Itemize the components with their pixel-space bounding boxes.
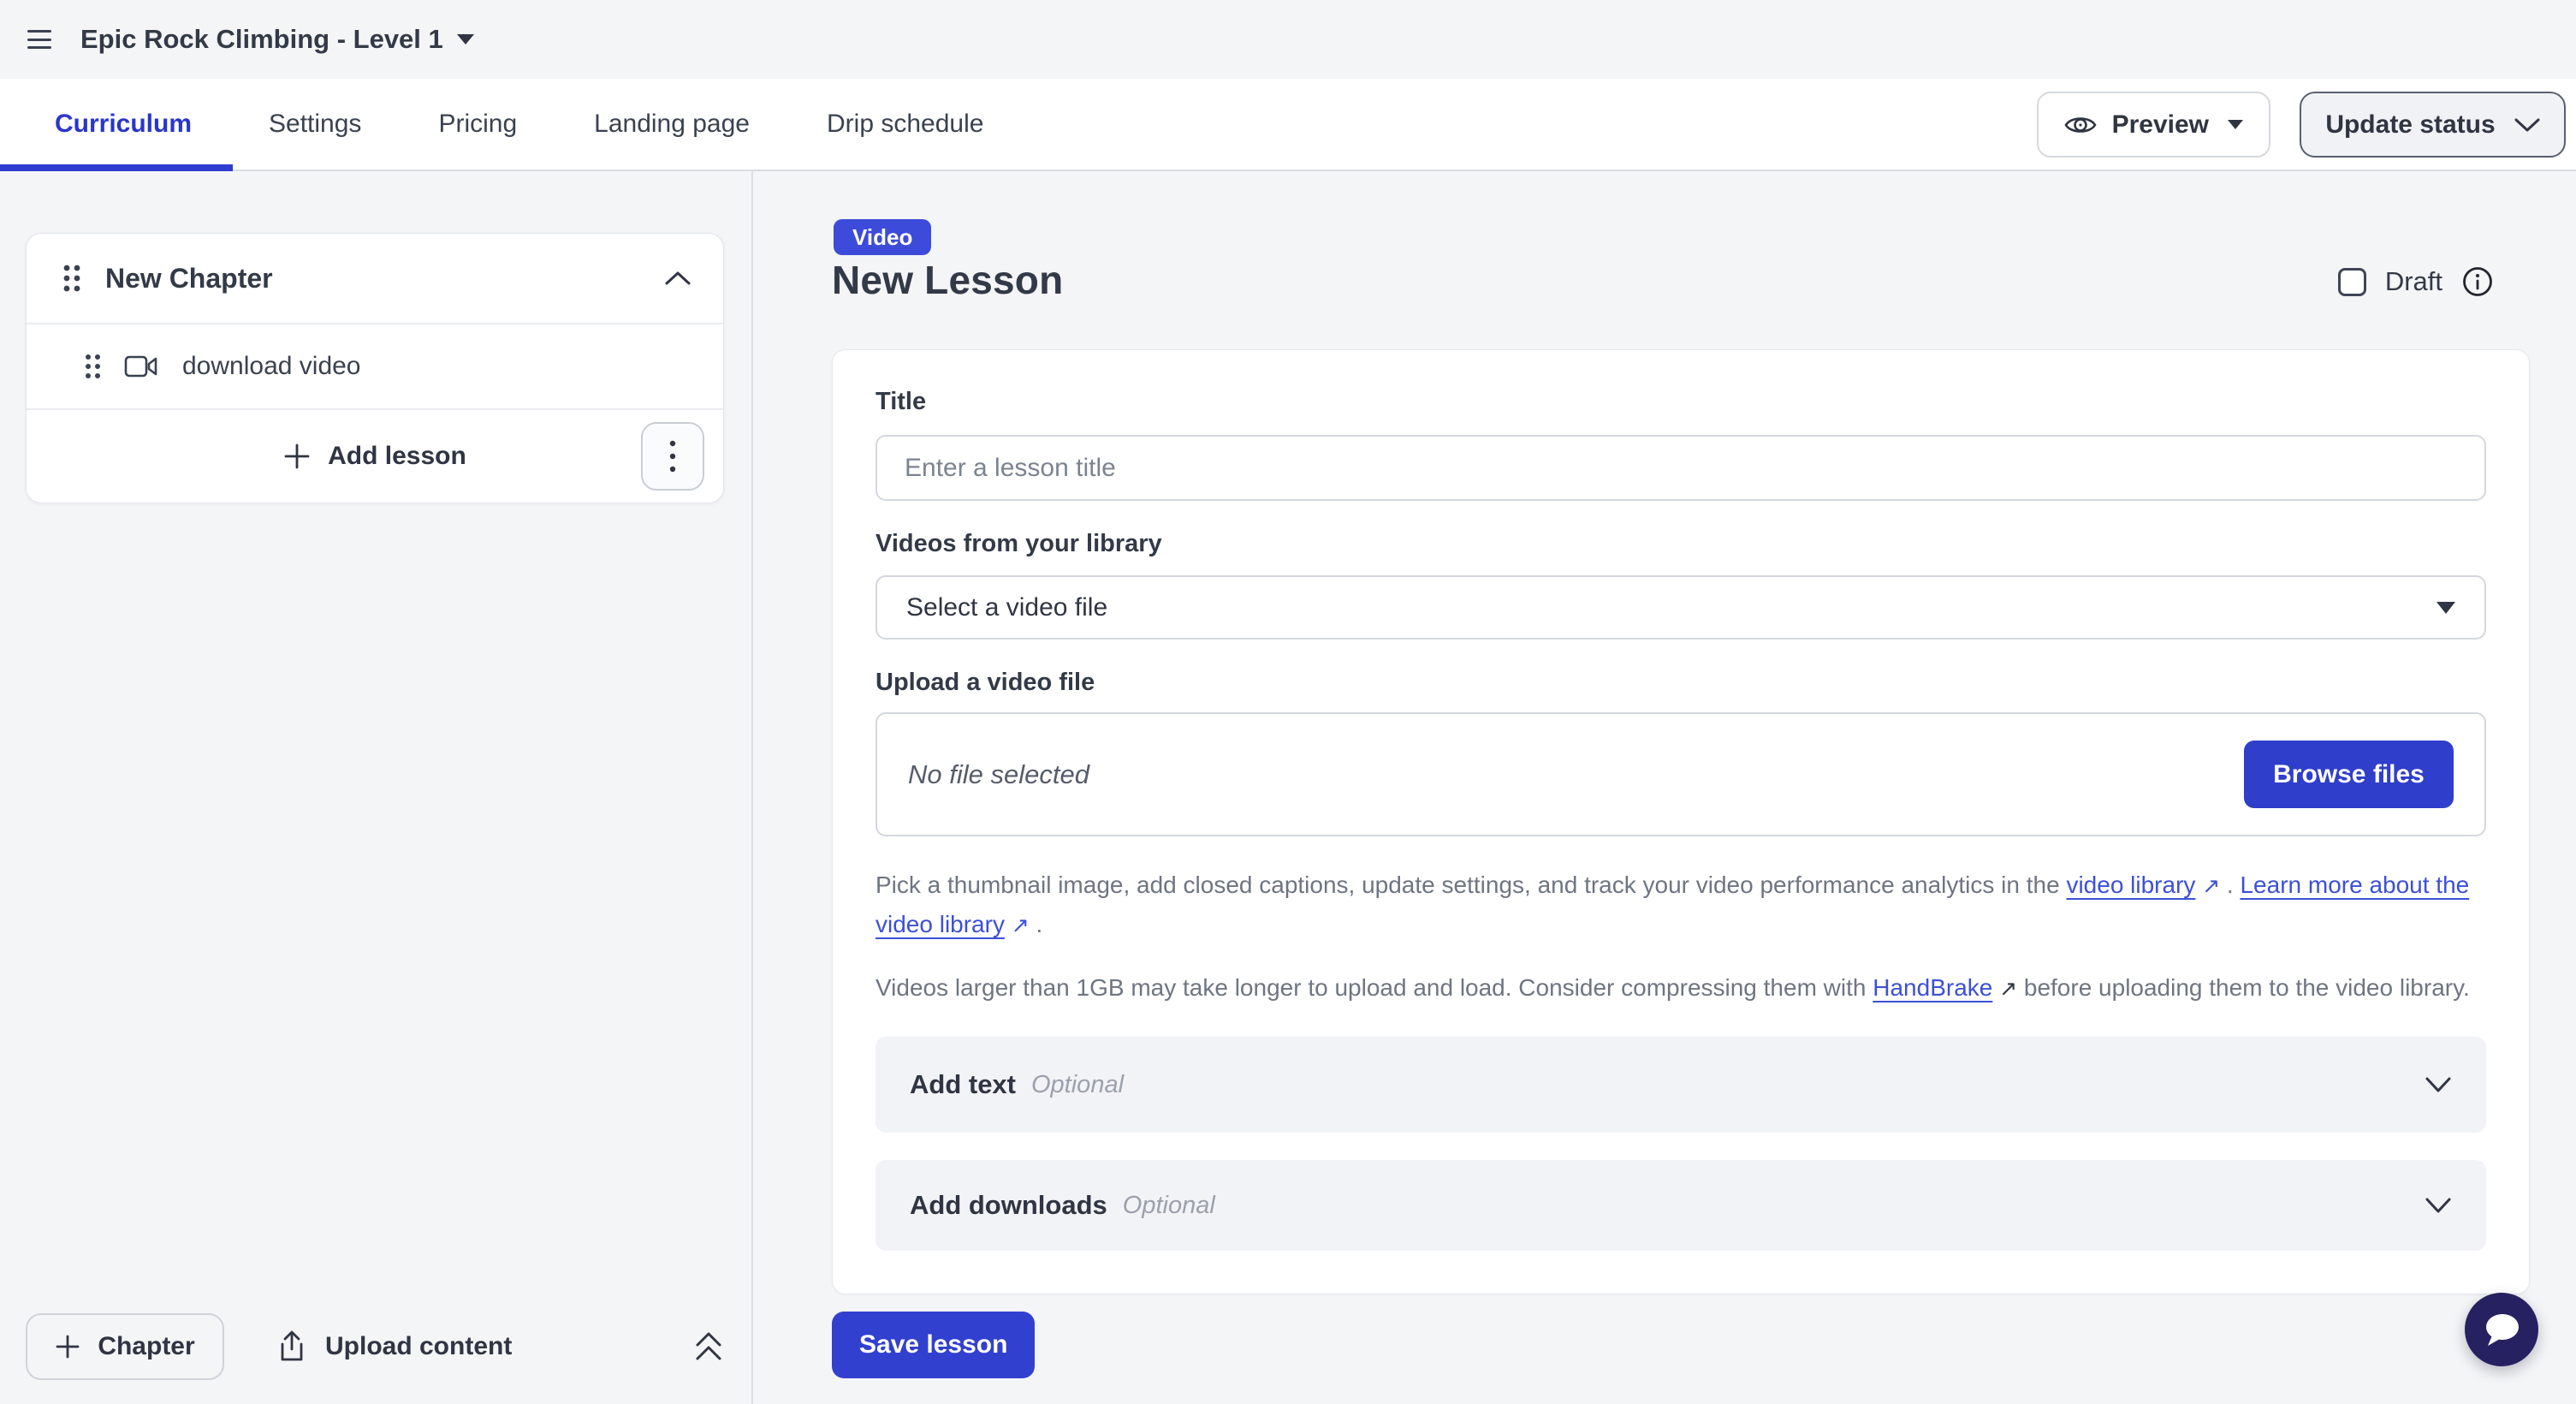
help-text-segment: .: [2227, 872, 2234, 898]
update-status-button[interactable]: Update status: [2300, 92, 2566, 158]
video-library-link[interactable]: video library: [2066, 872, 2195, 898]
tabbar: Curriculum Settings Pricing Landing page…: [0, 79, 2576, 171]
eye-icon: [2064, 113, 2097, 137]
optional-label: Optional: [1123, 1192, 1215, 1220]
lesson-row[interactable]: download video: [27, 324, 723, 410]
sidebar-footer: Chapter Upload content: [26, 1313, 722, 1380]
upload-content-button[interactable]: Upload content: [277, 1330, 512, 1363]
upload-content-label: Upload content: [325, 1332, 512, 1361]
course-title: Epic Rock Climbing - Level 1: [80, 24, 443, 55]
curriculum-sidebar: New Chapter: [0, 171, 753, 1404]
tab-settings[interactable]: Settings: [269, 110, 361, 139]
add-lesson-button[interactable]: Add lesson: [283, 442, 466, 471]
lesson-title: download video: [182, 352, 361, 381]
library-label: Videos from your library: [875, 530, 2486, 558]
upload-icon: [277, 1330, 306, 1363]
add-chapter-label: Chapter: [98, 1332, 194, 1361]
draft-checkbox[interactable]: [2338, 268, 2366, 296]
lesson-type-badge: Video: [834, 219, 931, 255]
tab-curriculum[interactable]: Curriculum: [55, 110, 192, 139]
plus-icon: [55, 1334, 80, 1359]
file-upload-dropzone[interactable]: No file selected Browse files: [875, 712, 2486, 836]
chapter-menu-button[interactable]: [641, 422, 704, 491]
caret-down-icon: [2228, 120, 2243, 129]
drag-handle-icon[interactable]: [62, 263, 81, 294]
select-caret-icon: [2437, 602, 2455, 614]
add-lesson-label: Add lesson: [328, 442, 466, 471]
chapter-card: New Chapter: [26, 233, 724, 503]
drag-handle-icon[interactable]: [85, 353, 102, 380]
upload-label: Upload a video file: [875, 669, 2486, 697]
preview-label: Preview: [2112, 110, 2209, 140]
video-camera-icon: [124, 354, 158, 378]
external-link-icon: ↗: [1999, 976, 2017, 1001]
preview-button[interactable]: Preview: [2037, 92, 2270, 158]
add-chapter-button[interactable]: Chapter: [26, 1313, 224, 1380]
lesson-form-card: Title Videos from your library Select a …: [832, 349, 2530, 1294]
save-lesson-button[interactable]: Save lesson: [832, 1312, 1035, 1378]
tab-landing-page[interactable]: Landing page: [594, 110, 750, 139]
update-status-label: Update status: [2325, 110, 2495, 140]
draft-control: Draft: [2338, 265, 2494, 298]
course-switcher[interactable]: Epic Rock Climbing - Level 1: [80, 24, 474, 55]
help-text-segment: .: [1036, 911, 1042, 937]
title-label: Title: [875, 388, 2486, 416]
course-builder-app: Epic Rock Climbing - Level 1 Curriculum …: [0, 0, 2576, 1404]
select-value: Select a video file: [906, 593, 1107, 622]
chevron-down-icon: [2425, 1076, 2452, 1093]
tab-pricing[interactable]: Pricing: [438, 110, 517, 139]
tabs: Curriculum Settings Pricing Landing page…: [0, 110, 983, 139]
info-icon[interactable]: [2461, 265, 2494, 298]
collapse-chapter-button[interactable]: [665, 271, 691, 286]
compression-help-text: Videos larger than 1GB may take longer t…: [875, 968, 2486, 1008]
lesson-editor: Video New Lesson Draft Title Videos from…: [753, 171, 2576, 1404]
lesson-title-input[interactable]: [875, 435, 2486, 501]
handbrake-link[interactable]: HandBrake: [1873, 974, 1992, 1001]
add-downloads-section[interactable]: Add downloads Optional: [875, 1160, 2486, 1251]
chevron-down-icon: [2514, 117, 2540, 133]
page-title: New Lesson: [832, 257, 1063, 303]
optional-label: Optional: [1031, 1071, 1124, 1099]
active-tab-underline: [0, 164, 233, 171]
caret-down-icon: [457, 34, 474, 45]
chat-widget-button[interactable]: [2465, 1293, 2538, 1366]
hamburger-menu-icon[interactable]: [27, 30, 51, 49]
add-lesson-row: Add lesson: [27, 410, 723, 503]
video-library-select[interactable]: Select a video file: [875, 575, 2486, 640]
help-text-segment: Pick a thumbnail image, add closed capti…: [875, 872, 2060, 898]
add-downloads-label: Add downloads: [910, 1190, 1107, 1221]
kebab-icon: [669, 439, 676, 473]
external-link-icon: ↗: [1012, 913, 1030, 937]
video-library-help-text: Pick a thumbnail image, add closed capti…: [875, 866, 2486, 944]
chapter-title: New Chapter: [105, 263, 273, 294]
plus-icon: [283, 443, 311, 470]
tab-drip-schedule[interactable]: Drip schedule: [827, 110, 983, 139]
collapse-all-button[interactable]: [695, 1331, 722, 1362]
help-text-segment: Videos larger than 1GB may take longer t…: [875, 974, 1866, 1001]
browse-files-button[interactable]: Browse files: [2244, 741, 2454, 808]
add-text-label: Add text: [910, 1069, 1016, 1100]
add-text-section[interactable]: Add text Optional: [875, 1037, 2486, 1133]
chapter-header: New Chapter: [27, 234, 723, 324]
tab-actions: Preview Update status: [2037, 92, 2566, 158]
topbar: Epic Rock Climbing - Level 1: [0, 0, 2576, 79]
external-link-icon: ↗: [2202, 873, 2220, 898]
content-row: New Chapter: [0, 171, 2576, 1404]
no-file-text: No file selected: [908, 759, 1089, 790]
help-text-segment: before uploading them to the video libra…: [2024, 974, 2470, 1001]
draft-label: Draft: [2385, 266, 2442, 297]
chevron-down-icon: [2425, 1197, 2452, 1214]
chat-bubble-icon: [2481, 1311, 2522, 1348]
